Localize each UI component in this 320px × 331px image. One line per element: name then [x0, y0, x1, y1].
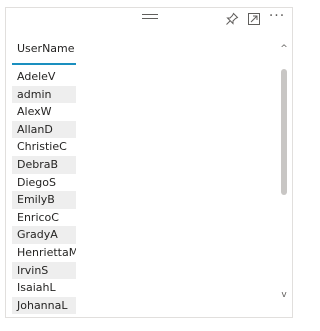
focus-mode-icon[interactable] — [246, 11, 262, 27]
visual-header: ··· — [6, 8, 292, 30]
column-header-username[interactable]: UserName — [12, 32, 76, 65]
drag-handle-icon[interactable] — [142, 14, 158, 22]
table-row[interactable]: DiegoS — [12, 174, 76, 192]
table-row[interactable]: AlexW — [12, 103, 76, 121]
pin-icon[interactable] — [224, 11, 240, 27]
table-row[interactable]: EnricoC — [12, 209, 76, 227]
more-options-icon[interactable]: ··· — [268, 9, 286, 25]
table-row[interactable]: DebraB — [12, 155, 76, 174]
table-row[interactable]: IrvinS — [12, 261, 76, 280]
table-row[interactable]: ChristieC — [12, 138, 76, 156]
table-row[interactable]: GradyA — [12, 226, 76, 244]
vertical-scrollbar[interactable]: ^ v — [280, 45, 288, 307]
table-row[interactable]: HenriettaM — [12, 244, 76, 262]
table-row[interactable]: JohannaL — [12, 296, 76, 315]
table-body: UserName AdeleV admin AlexW AllanD ChristieC… — [12, 32, 278, 316]
table-row[interactable]: AllanD — [12, 120, 76, 139]
scroll-up-icon[interactable]: ^ — [280, 45, 288, 54]
table-row[interactable]: admin — [12, 85, 76, 104]
table-row[interactable]: IsaiahL — [12, 279, 76, 297]
table-row[interactable]: EmilyB — [12, 191, 76, 209]
table-rows: AdeleV admin AlexW AllanD ChristieC DebraB Die… — [12, 68, 76, 315]
table-row[interactable]: AdeleV — [12, 68, 76, 86]
scroll-thumb[interactable] — [281, 69, 287, 195]
table-visual: ··· UserName AdeleV admin AlexW AllanD Chris… — [5, 7, 293, 318]
scroll-down-icon[interactable]: v — [280, 291, 288, 300]
